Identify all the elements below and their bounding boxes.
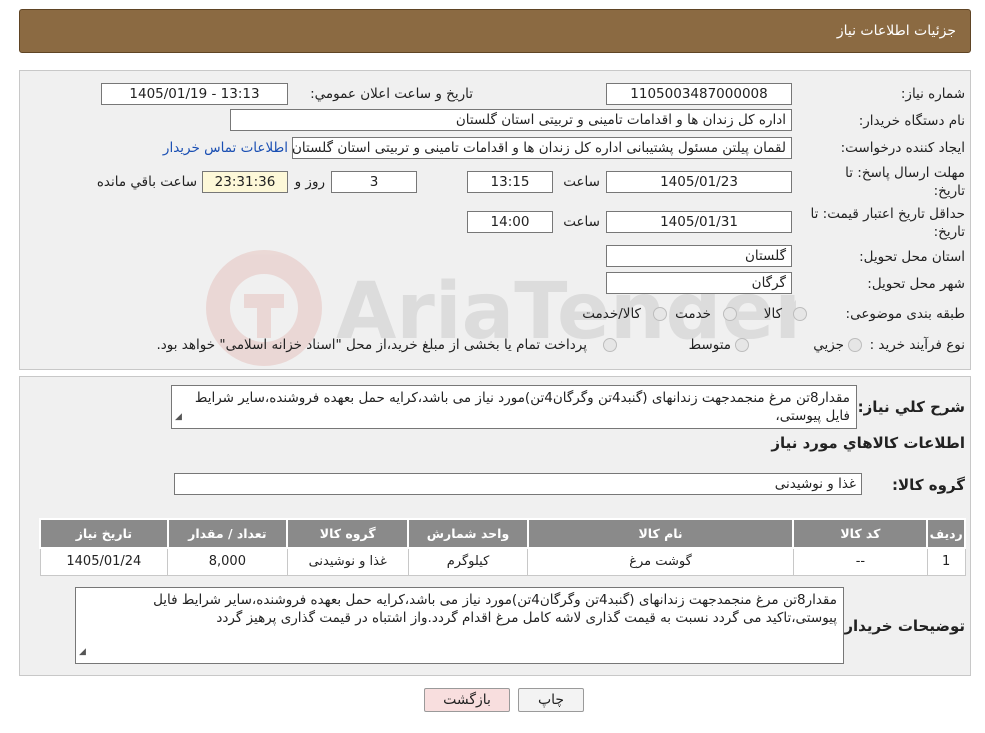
validity-time-label: ساعت bbox=[563, 214, 600, 230]
goods-table: رديف کد کالا نام کالا واحد شمارش گروه کا… bbox=[39, 518, 966, 576]
category-option-service: خدمت bbox=[675, 306, 711, 322]
need-number-label: شماره نیاز: bbox=[900, 86, 965, 102]
buyer-notes-label: توضیحات خریدار: bbox=[838, 617, 965, 635]
goods-group-label: گروه کالا: bbox=[892, 476, 965, 494]
col-goods-name: نام کالا bbox=[526, 518, 795, 549]
table-header-row: رديف کد کالا نام کالا واحد شمارش گروه کا… bbox=[39, 518, 966, 549]
process-label: نوع فرآیند خرید : bbox=[869, 337, 965, 353]
reply-deadline-label-2: تاریخ: bbox=[933, 183, 965, 199]
city-field: گرگان bbox=[606, 272, 792, 294]
col-row-number: رديف bbox=[926, 518, 966, 549]
process-radio-treasury[interactable] bbox=[603, 338, 617, 352]
reply-deadline-label: مهلت ارسال پاسخ: تا bbox=[845, 165, 965, 181]
col-need-date: تاريخ نياز bbox=[39, 518, 169, 549]
col-unit: واحد شمارش bbox=[407, 518, 529, 549]
reply-time-label: ساعت bbox=[563, 174, 600, 190]
resize-grip-icon[interactable]: ◢ bbox=[79, 643, 86, 661]
goods-group-field: غذا و نوشیدنی bbox=[174, 473, 862, 495]
buyer-notes-textarea: مقدار8تن مرغ منجمدجهت زندانهای (گنبد4تن … bbox=[75, 587, 844, 664]
reply-time-field: 13:15 bbox=[467, 171, 553, 193]
province-field: گلستان bbox=[606, 245, 792, 267]
need-number-field: 1105003487000008 bbox=[606, 83, 792, 105]
buyer-org-field: اداره کل زندان ها و اقدامات تامینی و ترب… bbox=[230, 109, 792, 131]
announce-datetime-field: 1405/01/19 - 13:13 bbox=[101, 83, 288, 105]
table-row: 1 -- گوشت مرغ کیلوگرم غذا و نوشیدنی 8,00… bbox=[39, 547, 966, 576]
category-radio-goods[interactable] bbox=[793, 307, 807, 321]
category-option-goods: کالا bbox=[763, 306, 782, 322]
buyer-org-label: نام دستگاه خريدار: bbox=[858, 113, 965, 129]
cell-unit: کیلوگرم bbox=[407, 547, 529, 576]
creator-field: لقمان پیلتن مسئول پشتیبانی اداره کل زندا… bbox=[292, 137, 792, 159]
col-goods-code: کد کالا bbox=[792, 518, 929, 549]
creator-label: ایجاد کننده درخواست: bbox=[840, 140, 965, 156]
col-goods-group: گروه کالا bbox=[285, 518, 410, 549]
resize-grip-icon[interactable]: ◢ bbox=[175, 408, 182, 426]
buyer-notes-text: مقدار8تن مرغ منجمدجهت زندانهای (گنبد4تن … bbox=[153, 592, 837, 626]
days-remaining-field: 3 bbox=[331, 171, 417, 193]
cell-row-number: 1 bbox=[926, 547, 966, 576]
page-header: جزئیات اطلاعات نیاز bbox=[19, 9, 971, 53]
cell-goods-group: غذا و نوشیدنی bbox=[286, 547, 409, 576]
description-textarea: مقدار8تن مرغ منجمدجهت زندانهای (گنبد4تن … bbox=[171, 385, 857, 429]
page-title: جزئیات اطلاعات نیاز bbox=[836, 23, 956, 39]
province-label: استان محل تحویل: bbox=[859, 249, 965, 265]
process-treasury-note: پرداخت تمام یا بخشی از مبلغ خرید،از محل … bbox=[156, 337, 587, 353]
city-label: شهر محل تحویل: bbox=[867, 276, 965, 292]
description-label: شرح کلي نياز: bbox=[857, 398, 965, 416]
reply-date-field: 1405/01/23 bbox=[606, 171, 792, 193]
buyer-contact-link[interactable]: اطلاعات تماس خریدار bbox=[163, 140, 288, 156]
print-button[interactable]: چاپ bbox=[518, 688, 584, 712]
col-quantity: تعداد / مقدار bbox=[166, 518, 289, 549]
goods-section-title: اطلاعات کالاهاي مورد نياز bbox=[771, 434, 965, 452]
process-option-medium: متوسط bbox=[688, 337, 731, 353]
process-option-minor: جزيي bbox=[813, 337, 844, 353]
remaining-label: ساعت باقي مانده bbox=[96, 174, 197, 190]
cell-goods-name: گوشت مرغ bbox=[527, 547, 794, 576]
validity-date-field: 1405/01/31 bbox=[606, 211, 792, 233]
announce-label: تاریخ و ساعت اعلان عمومي: bbox=[310, 86, 473, 102]
validity-time-field: 14:00 bbox=[467, 211, 553, 233]
category-label: طبقه بندی موضوعی: bbox=[845, 306, 965, 322]
category-option-goods-service: کالا/خدمت bbox=[582, 306, 641, 322]
back-button[interactable]: بازگشت bbox=[424, 688, 510, 712]
cell-quantity: 8,000 bbox=[167, 547, 288, 576]
days-label: روز و bbox=[294, 174, 325, 190]
cell-goods-code: -- bbox=[792, 547, 928, 576]
category-radio-goods-service[interactable] bbox=[653, 307, 667, 321]
remaining-time-field: 23:31:36 bbox=[202, 171, 288, 193]
process-radio-medium[interactable] bbox=[735, 338, 749, 352]
process-radio-minor[interactable] bbox=[848, 338, 862, 352]
category-radio-service[interactable] bbox=[723, 307, 737, 321]
cell-need-date: 1405/01/24 bbox=[39, 547, 169, 576]
validity-label-2: تاریخ: bbox=[933, 224, 965, 240]
description-text: مقدار8تن مرغ منجمدجهت زندانهای (گنبد4تن … bbox=[194, 390, 850, 424]
validity-label: حداقل تاریخ اعتبار قیمت: تا bbox=[810, 206, 965, 222]
